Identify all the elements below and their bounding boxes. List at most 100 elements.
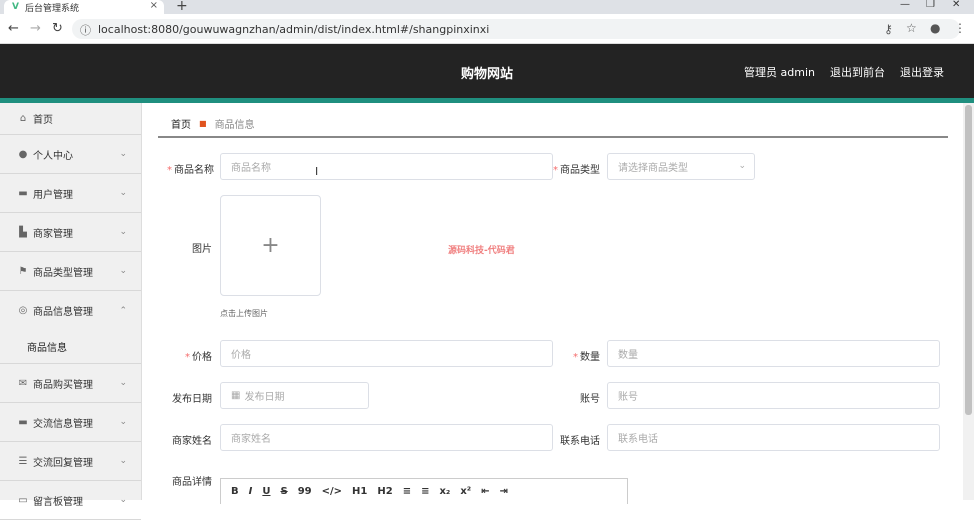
browser-tabbar: V 后台管理系统 × + — ❐ ✕: [0, 0, 974, 14]
date-label: 发布日期: [172, 394, 212, 405]
back-icon[interactable]: ←: [8, 21, 19, 36]
sidebar-item-replies[interactable]: ☰ 交流回复管理 ⌄: [0, 442, 141, 481]
minimize-icon[interactable]: —: [900, 0, 910, 10]
account-placeholder: 账号: [618, 392, 638, 403]
user-icon: ●: [18, 148, 28, 160]
account-label: 账号: [580, 394, 600, 405]
breadcrumb: 首页 ■ 商品信息: [158, 110, 948, 138]
breadcrumb-current: 商品信息: [214, 119, 255, 131]
rich-text-toolbar: B I U S 99 </> H1 H2 ≡ ≡ x₂ x² ⇤ ⇥: [220, 478, 628, 504]
logout-link[interactable]: 退出登录: [900, 64, 944, 80]
sidebar-item-label: 商品信息管理: [33, 307, 93, 318]
price-input[interactable]: 价格: [220, 340, 553, 367]
tab-close-icon[interactable]: ×: [150, 0, 158, 11]
bookmark-star-icon[interactable]: ☆: [906, 21, 917, 35]
text-cursor-icon: I: [315, 165, 319, 178]
date-input[interactable]: ▦ 发布日期: [220, 382, 369, 409]
message-icon: ▭: [18, 494, 28, 506]
product-name-placeholder: 商品名称: [231, 163, 271, 174]
page-scrollbar[interactable]: [963, 103, 974, 500]
price-label: * 价格: [185, 352, 212, 363]
image-label: 图片: [192, 244, 212, 255]
chevron-down-icon: ⌄: [119, 266, 127, 276]
plus-icon: +: [261, 233, 280, 258]
chevron-down-icon: ⌄: [119, 188, 127, 198]
phone-input[interactable]: 联系电话: [607, 424, 940, 451]
chat-icon: ▬: [18, 416, 28, 428]
quantity-input[interactable]: 数量: [607, 340, 940, 367]
site-info-icon[interactable]: ⓘ: [80, 22, 91, 38]
breadcrumb-home[interactable]: 首页: [171, 116, 191, 131]
sidebar-item-profile[interactable]: ● 个人中心 ⌄: [0, 135, 141, 174]
sidebar-item-product-types[interactable]: ⚑ 商品类型管理 ⌄: [0, 252, 141, 291]
sidebar-item-messages[interactable]: ▭ 留言板管理 ⌄: [0, 481, 141, 520]
sidebar-subitem-product-info[interactable]: 商品信息: [0, 330, 141, 364]
reload-icon[interactable]: ↻: [52, 21, 63, 36]
h2-button[interactable]: H2: [377, 486, 392, 497]
sidebar-item-label: 交流信息管理: [33, 418, 93, 430]
account-input[interactable]: 账号: [607, 382, 940, 409]
url-bar[interactable]: ⓘ localhost:8080/gouwuwagnzhan/admin/dis…: [72, 19, 960, 39]
quantity-placeholder: 数量: [618, 350, 638, 361]
user-manage-icon: ▬: [18, 187, 28, 199]
h1-button[interactable]: H1: [352, 486, 367, 497]
sidebar-item-exchange[interactable]: ▬ 交流信息管理 ⌄: [0, 403, 141, 442]
sidebar-item-home[interactable]: ⌂ 首页: [0, 103, 141, 135]
chevron-up-icon: ⌃: [119, 305, 127, 316]
bold-button[interactable]: B: [231, 486, 239, 497]
code-button[interactable]: </>: [322, 486, 342, 497]
to-front-link[interactable]: 退出到前台: [830, 64, 885, 80]
chevron-down-icon: ⌄: [119, 227, 127, 237]
merchant-icon: ▙: [19, 226, 27, 238]
product-name-input[interactable]: 商品名称: [220, 153, 553, 180]
image-upload-box[interactable]: +: [220, 195, 321, 296]
chevron-down-icon: ⌄: [119, 495, 127, 505]
main-content: 首页 ■ 商品信息 * 商品名称 商品名称 * 商品类型 请选择商品类型 ⌄ 图片 …: [142, 103, 962, 504]
sidebar-item-merchants[interactable]: ▙ 商家管理 ⌄: [0, 213, 141, 252]
window-close-icon[interactable]: ✕: [952, 0, 960, 10]
subscript-button[interactable]: x₂: [439, 486, 450, 497]
product-type-placeholder: 请选择商品类型: [618, 163, 688, 174]
sidebar-item-purchases[interactable]: ✉ 商品购买管理 ⌄: [0, 364, 141, 403]
quote-button[interactable]: 99: [298, 486, 312, 497]
detail-label: 商品详情: [172, 477, 212, 488]
sidebar-item-product-info[interactable]: ◎ 商品信息管理 ⌃: [0, 291, 141, 330]
sidebar-item-label: 留言板管理: [33, 496, 83, 508]
italic-button[interactable]: I: [249, 486, 253, 497]
watermark: 源码科技-代码君: [448, 246, 515, 256]
ordered-list-button[interactable]: ≡: [403, 486, 411, 497]
scrollbar-thumb[interactable]: [965, 105, 972, 415]
info-icon: ◎: [18, 305, 28, 316]
browser-tab[interactable]: V 后台管理系统 ×: [4, 0, 164, 14]
underline-button[interactable]: U: [262, 486, 270, 497]
chevron-down-icon: ⌄: [738, 161, 746, 171]
sidebar-item-label: 交流回复管理: [33, 457, 93, 469]
strike-button[interactable]: S: [280, 486, 287, 497]
sidebar-subitem-label: 商品信息: [27, 343, 67, 354]
new-tab-icon[interactable]: +: [176, 0, 188, 14]
forward-icon[interactable]: →: [30, 21, 41, 36]
merchant-input[interactable]: 商家姓名: [220, 424, 553, 451]
sidebar-item-label: 个人中心: [33, 150, 73, 162]
restore-icon[interactable]: ❐: [926, 0, 935, 10]
superscript-button[interactable]: x²: [460, 486, 471, 497]
bullet-list-button[interactable]: ≡: [421, 486, 429, 497]
product-type-select[interactable]: 请选择商品类型 ⌄: [607, 153, 755, 180]
home-icon: ⌂: [19, 113, 27, 124]
sidebar-item-users[interactable]: ▬ 用户管理 ⌄: [0, 174, 141, 213]
phone-placeholder: 联系电话: [618, 434, 658, 445]
calendar-icon: ▦: [231, 390, 241, 401]
phone-label: 联系电话: [560, 436, 600, 447]
profile-icon[interactable]: ●: [930, 21, 940, 35]
menu-dots-icon[interactable]: ⋮: [954, 21, 966, 35]
chevron-down-icon: ⌄: [119, 149, 127, 159]
chevron-down-icon: ⌄: [119, 456, 127, 466]
chevron-down-icon: ⌄: [119, 378, 127, 388]
outdent-button[interactable]: ⇤: [481, 486, 489, 497]
sidebar-item-label: 商品类型管理: [33, 267, 93, 279]
indent-button[interactable]: ⇥: [500, 486, 508, 497]
key-icon[interactable]: ⚷: [884, 22, 893, 36]
browser-addressbar: ← → ↻ ⓘ localhost:8080/gouwuwagnzhan/adm…: [0, 14, 974, 44]
sidebar-item-label: 商品购买管理: [33, 379, 93, 391]
sidebar-item-label: 商家管理: [33, 228, 73, 240]
